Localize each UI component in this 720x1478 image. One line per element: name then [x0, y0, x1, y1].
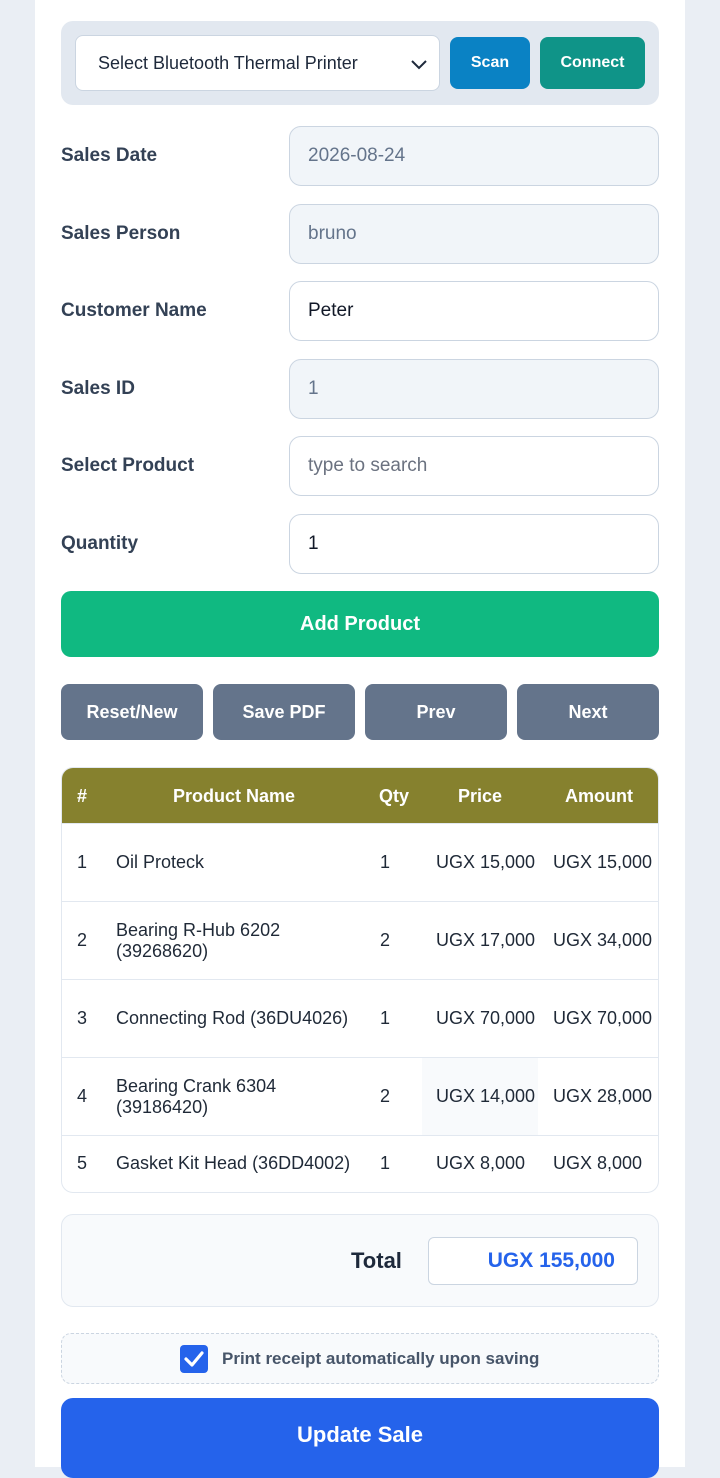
- row-product-name: Bearing Crank 6304 (39186420): [116, 1075, 277, 1117]
- print-receipt-label: Print receipt automatically upon saving: [222, 1349, 540, 1368]
- sales-person-row: Sales Person bruno: [61, 204, 659, 264]
- product-search-input[interactable]: type to search: [289, 436, 659, 496]
- save-pdf-button[interactable]: Save PDF: [213, 684, 355, 740]
- row-product-name: Gasket Kit Head (36DD4002): [116, 1153, 351, 1173]
- row-qty: 1: [380, 852, 391, 872]
- header-price: Price: [457, 786, 503, 806]
- connect-button[interactable]: Connect: [540, 37, 645, 89]
- row-number: 1: [77, 852, 88, 872]
- add-product-button[interactable]: Add Product: [61, 591, 659, 657]
- select-product-row: Select Product type to search: [61, 436, 659, 496]
- update-sale-button[interactable]: Update Sale: [61, 1398, 659, 1478]
- page: Select Bluetooth Thermal Printer Scan Co…: [35, 0, 685, 1478]
- table-row[interactable]: 2 Bearing R-Hub 6202 (39268620) 2 UGX 17…: [62, 901, 658, 979]
- row-product-name: Bearing R-Hub 6202 (39268620): [116, 919, 281, 961]
- chevron-down-icon: [411, 60, 427, 70]
- header-product-name: Product Name: [172, 786, 296, 806]
- row-price: UGX 8,000: [436, 1153, 526, 1173]
- row-product-name: Oil Proteck: [116, 852, 205, 872]
- prev-button[interactable]: Prev: [365, 684, 507, 740]
- print-receipt-checkbox[interactable]: [180, 1345, 208, 1373]
- scan-button[interactable]: Scan: [450, 37, 530, 89]
- table-row[interactable]: 5 Gasket Kit Head (36DD4002) 1 UGX 8,000…: [62, 1135, 658, 1191]
- sales-date-field[interactable]: 2026-08-24: [289, 126, 659, 186]
- reset-new-button[interactable]: Reset/New: [61, 684, 203, 740]
- row-qty: 1: [380, 1153, 391, 1173]
- row-amount: UGX 34,000: [553, 930, 653, 950]
- table-row[interactable]: 4 Bearing Crank 6304 (39186420) 2 UGX 14…: [62, 1057, 658, 1135]
- sales-id-label: Sales ID: [61, 378, 135, 399]
- row-amount: UGX 8,000: [553, 1153, 643, 1173]
- customer-name-label: Customer Name: [61, 300, 207, 321]
- row-price: UGX 14,000: [436, 1086, 536, 1106]
- customer-name-row: Customer Name Peter: [61, 281, 659, 341]
- row-qty: 1: [380, 1008, 391, 1028]
- checkmark-icon: [184, 1351, 204, 1367]
- header-qty: Qty: [378, 786, 409, 806]
- select-product-label: Select Product: [61, 455, 195, 476]
- row-price: UGX 17,000: [436, 930, 536, 950]
- header-amount: Amount: [565, 786, 633, 806]
- row-qty: 2: [380, 1086, 391, 1106]
- quantity-label: Quantity: [61, 533, 139, 554]
- print-option: Print receipt automatically upon saving: [61, 1333, 659, 1384]
- products-table: # Product Name Qty Price Amount 1 Oil Pr…: [61, 767, 659, 1193]
- row-amount: UGX 15,000: [553, 852, 653, 872]
- total-value: UGX 155,000: [428, 1237, 638, 1285]
- row-amount: UGX 70,000: [553, 1008, 653, 1028]
- customer-name-field[interactable]: Peter: [289, 281, 659, 341]
- table-row[interactable]: 3 Connecting Rod (36DU4026) 1 UGX 70,000…: [62, 979, 658, 1057]
- next-button[interactable]: Next: [517, 684, 659, 740]
- row-number: 3: [77, 1008, 88, 1028]
- row-number: 5: [77, 1153, 88, 1173]
- row-amount: UGX 28,000: [553, 1086, 653, 1106]
- table-row[interactable]: 1 Oil Proteck 1 UGX 15,000 UGX 15,000: [62, 823, 658, 901]
- row-qty: 2: [380, 930, 391, 950]
- sales-id-field[interactable]: 1: [289, 359, 659, 419]
- row-number: 2: [77, 930, 88, 950]
- sales-person-field[interactable]: bruno: [289, 204, 659, 264]
- row-price: UGX 15,000: [436, 852, 536, 872]
- printer-select[interactable]: Select Bluetooth Thermal Printer: [75, 35, 440, 91]
- row-number: 4: [77, 1086, 88, 1106]
- total-label: Total: [351, 1248, 402, 1273]
- sales-date-label: Sales Date: [61, 145, 158, 166]
- printer-bar: Select Bluetooth Thermal Printer Scan Co…: [61, 21, 659, 105]
- row-price: UGX 70,000: [436, 1008, 536, 1028]
- quantity-field[interactable]: 1: [289, 514, 659, 574]
- sales-person-label: Sales Person: [61, 223, 181, 244]
- printer-select-label: Select Bluetooth Thermal Printer: [98, 53, 358, 73]
- table-header: # Product Name Qty Price Amount: [62, 768, 658, 824]
- total-box: Total UGX 155,000: [61, 1214, 659, 1307]
- header-number: #: [76, 786, 87, 806]
- sales-date-row: Sales Date 2026-08-24: [61, 126, 659, 186]
- sales-id-row: Sales ID 1: [61, 359, 659, 419]
- quantity-row: Quantity 1: [61, 514, 659, 574]
- row-product-name: Connecting Rod (36DU4026): [116, 1008, 349, 1028]
